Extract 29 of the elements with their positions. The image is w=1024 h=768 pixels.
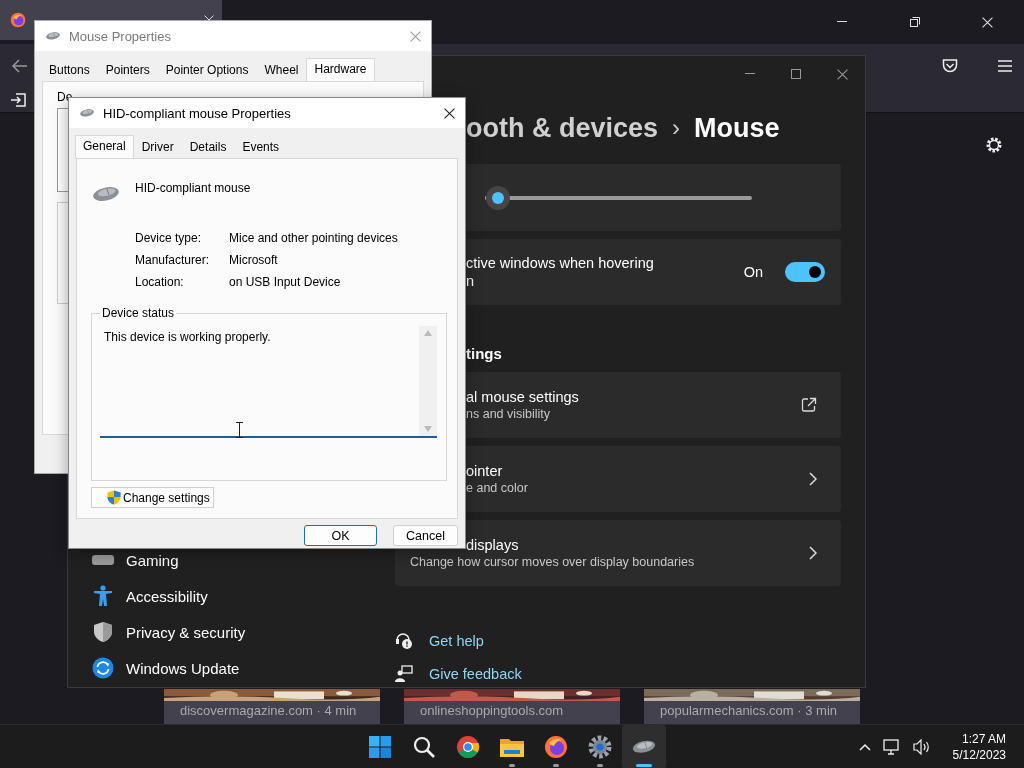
tile-caption: onlineshoppingtools.com	[419, 702, 565, 720]
window-title: Mouse Properties	[69, 28, 171, 44]
sidebar-label: Privacy & security	[126, 623, 246, 641]
property-value: on USB Input Device	[229, 275, 342, 289]
link-title: ointer	[466, 463, 504, 479]
link-subtitle: ns and visibility	[466, 407, 552, 421]
property-label: Location:	[135, 275, 185, 289]
link-title: displays	[466, 537, 520, 553]
tile-caption: popularmechanics.com · 3 min	[659, 702, 839, 720]
property-value: Microsoft	[229, 253, 279, 267]
group-label: Device status	[100, 306, 177, 320]
section-heading: tings	[466, 345, 502, 362]
property-value: Mice and other pointing devices	[229, 231, 399, 245]
window-title: HID-compliant mouse Properties	[103, 105, 291, 121]
sidebar-label: Gaming	[126, 551, 179, 569]
link-subtitle: e and color	[466, 481, 528, 495]
setting-label: ctive windows when hovering	[466, 254, 654, 272]
link-subtitle: Change how cursor moves over display boundaries	[410, 555, 695, 569]
breadcrumb-separator: ›	[672, 114, 681, 142]
sidebar-label: Windows Update	[126, 659, 240, 677]
tile-caption: discovermagazine.com · 4 min	[179, 702, 358, 720]
toggle-state-text: On	[743, 264, 763, 280]
property-label: Manufacturer:	[135, 253, 211, 267]
setting-label: n	[466, 272, 476, 290]
page-title: Mouse	[694, 112, 780, 144]
link-title: al mouse settings	[466, 389, 579, 405]
sidebar-label: Accessibility	[126, 587, 208, 605]
property-label: Device type:	[135, 231, 203, 245]
device-name: HID-compliant mouse	[135, 181, 251, 195]
